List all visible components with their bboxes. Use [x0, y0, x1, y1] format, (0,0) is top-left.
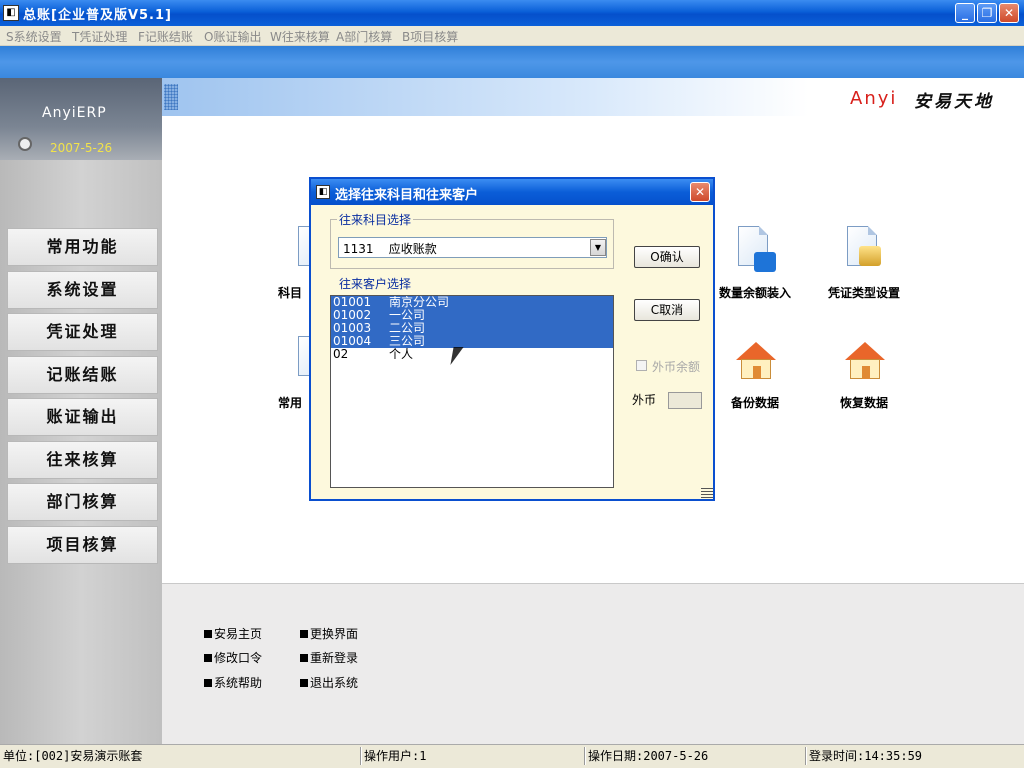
main-header: Anyi 安易天地 [162, 78, 1024, 116]
dots-decoration [164, 84, 178, 110]
customer-group-title: 往来客户选择 [339, 277, 412, 291]
bullet-icon [300, 679, 308, 687]
dialog-title: 选择往来科目和往来客户 [335, 188, 479, 203]
clock-icon [18, 137, 32, 151]
feature-label: 数量余额装入 [718, 286, 791, 300]
feature-backup[interactable]: 备份数据 [700, 336, 810, 411]
dialog-app-icon: ◧ [316, 185, 330, 199]
voucher-type-icon [841, 226, 887, 274]
feature-voucher-type[interactable]: 凭证类型设置 [809, 226, 919, 301]
brand-date: 2007-5-26 [50, 141, 113, 155]
sidebar-item-system-settings[interactable]: 系统设置 [7, 271, 158, 309]
brand-name: AnyiERP [42, 105, 107, 121]
menu-bar: S系统设置 T凭证处理 F记账结账 O账证输出 W往来核算 A部门核算 B项目核… [0, 26, 1024, 46]
sidebar-item-project[interactable]: 项目核算 [7, 526, 158, 564]
menu-output[interactable]: O账证输出 [204, 28, 261, 45]
link-relogin[interactable]: 重新登录 [300, 649, 358, 666]
logo-anyi: Anyi [850, 88, 898, 109]
foreign-balance-checkbox[interactable] [636, 360, 647, 371]
status-bar: 单位:[002]安易演示账套 操作用户:1 操作日期:2007-5-26 登录时… [0, 744, 1024, 768]
status-login-time: 登录时间:14:35:59 [809, 749, 923, 763]
chevron-down-icon[interactable]: ▼ [590, 239, 606, 256]
close-button[interactable]: ✕ [999, 3, 1019, 23]
select-account-dialog: ◧ 选择往来科目和往来客户 ✕ 往来科目选择 1131 应收账款 ▼ 往来客户选… [309, 177, 715, 501]
foreign-balance-label: 外币余额 [652, 360, 701, 374]
document-import-icon [732, 226, 778, 274]
menu-department[interactable]: A部门核算 [336, 28, 392, 45]
resize-grip-icon[interactable] [701, 488, 713, 499]
list-item[interactable]: 01004 三公司 [331, 335, 613, 348]
house-restore-icon [841, 336, 887, 384]
ok-button[interactable]: O确认 [634, 246, 700, 268]
foreign-currency-label: 外币 [632, 393, 657, 407]
feature-restore[interactable]: 恢复数据 [809, 336, 919, 411]
list-item[interactable]: 01003 二公司 [331, 322, 613, 335]
restore-button[interactable]: ❐ [977, 3, 997, 23]
foreign-currency-field[interactable] [668, 392, 702, 409]
dialog-close-button[interactable]: ✕ [690, 182, 710, 202]
cancel-button[interactable]: C取消 [634, 299, 700, 321]
sidebar-item-department[interactable]: 部门核算 [7, 483, 158, 521]
customer-listbox[interactable]: 01001 南京分公司 01002 一公司 01003 二公司 01004 三公司 02… [330, 295, 614, 488]
account-select[interactable]: 1131 应收账款 ▼ [338, 237, 607, 258]
house-backup-icon [732, 336, 778, 384]
account-select-value: 1131 应收账款 [343, 242, 437, 256]
sidebar-item-voucher[interactable]: 凭证处理 [7, 313, 158, 351]
status-separator [584, 747, 586, 765]
status-user: 操作用户:1 [364, 749, 427, 763]
minimize-button[interactable]: _ [955, 3, 975, 23]
link-help[interactable]: 系统帮助 [204, 674, 262, 691]
link-change-password[interactable]: 修改口令 [204, 649, 262, 666]
bullet-icon [300, 654, 308, 662]
feature-quantity-balance[interactable]: 数量余额装入 [700, 226, 810, 301]
link-change-interface[interactable]: 更换界面 [300, 625, 358, 642]
sidebar-item-common[interactable]: 常用功能 [7, 228, 158, 266]
link-home[interactable]: 安易主页 [204, 625, 262, 642]
feature-label: 备份数据 [730, 396, 779, 410]
list-item[interactable]: 01002 一公司 [331, 309, 613, 322]
status-unit: 单位:[002]安易演示账套 [3, 749, 143, 763]
sidebar: AnyiERP 2007-5-26 常用功能 系统设置 凭证处理 记账结账 账证… [0, 78, 162, 744]
account-group-title: 往来科目选择 [337, 211, 414, 228]
brand-panel: AnyiERP 2007-5-26 [0, 78, 162, 160]
sidebar-item-receivables[interactable]: 往来核算 [7, 441, 158, 479]
bullet-icon [204, 679, 212, 687]
link-exit[interactable]: 退出系统 [300, 674, 358, 691]
window-titlebar[interactable]: ◧ 总账[企业普及版V5.1] _ ❐ ✕ [0, 0, 1024, 26]
window-title: 总账[企业普及版V5.1] [23, 8, 172, 23]
list-item[interactable]: 01001 南京分公司 [331, 296, 613, 309]
list-item[interactable]: 02 个人 [331, 348, 613, 361]
app-icon[interactable]: ◧ [3, 5, 19, 21]
menu-system-settings[interactable]: S系统设置 [6, 28, 62, 45]
menu-receivables[interactable]: W往来核算 [270, 28, 330, 45]
status-separator [360, 747, 362, 765]
feature-label: 恢复数据 [839, 396, 888, 410]
menu-posting[interactable]: F记账结账 [138, 28, 193, 45]
menu-voucher[interactable]: T凭证处理 [72, 28, 127, 45]
toolbar-strip [0, 46, 1024, 78]
feature-label: 凭证类型设置 [827, 286, 900, 300]
dialog-titlebar[interactable]: ◧ 选择往来科目和往来客户 ✕ [311, 179, 713, 205]
bullet-icon [204, 630, 212, 638]
status-date: 操作日期:2007-5-26 [588, 749, 709, 763]
status-separator [805, 747, 807, 765]
logo-chinese: 安易天地 [914, 92, 994, 112]
menu-project[interactable]: B项目核算 [402, 28, 458, 45]
bottom-panel: 安易主页 更换界面 修改口令 重新登录 系统帮助 退出系统 [162, 583, 1024, 744]
sidebar-item-output[interactable]: 账证输出 [7, 398, 158, 436]
sidebar-item-posting[interactable]: 记账结账 [7, 356, 158, 394]
bullet-icon [300, 630, 308, 638]
bullet-icon [204, 654, 212, 662]
